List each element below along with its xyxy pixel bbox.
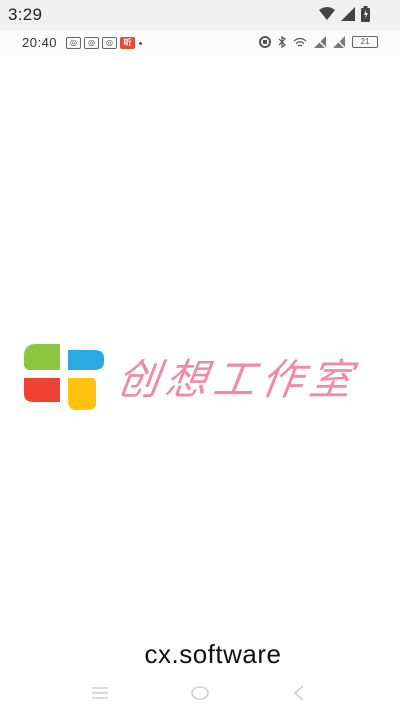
more-dot-icon (139, 41, 142, 45)
battery-icon (361, 6, 370, 22)
status-time: 3:29 (8, 5, 43, 24)
app-notification-icon: ◎ (84, 37, 99, 49)
flower-logo-icon (24, 344, 104, 410)
status-bar: 3:29 (0, 0, 400, 30)
bluetooth-icon (278, 36, 286, 48)
app-notification-icon: ◎ (66, 37, 81, 49)
app-notification-icon: ◎ (102, 37, 117, 49)
logo-text: 创想工作室 (114, 355, 362, 404)
inner-status-time: 20:40 (22, 35, 58, 50)
inner-status-icons: 21 (259, 36, 378, 48)
inner-notifications: ◎ ◎ ◎ 听 (66, 37, 142, 49)
inner-status-bar: 20:40 ◎ ◎ ◎ 听 21 (0, 30, 400, 56)
rotation-lock-icon (259, 36, 271, 48)
signal-icon (341, 7, 355, 21)
wifi-icon (293, 37, 307, 47)
back-icon[interactable] (288, 682, 310, 704)
signal-off-icon (333, 36, 345, 48)
signal-off-icon (314, 36, 326, 48)
status-icons (319, 6, 370, 22)
battery-level: 21 (352, 36, 378, 48)
splash-screen: 创想工作室 (0, 56, 400, 656)
wifi-icon (319, 7, 335, 20)
menu-icon[interactable] (89, 682, 111, 704)
navigation-bar (0, 672, 400, 711)
brand-label: cx.software (117, 637, 309, 671)
listen-notification-icon: 听 (120, 37, 135, 49)
home-icon[interactable] (189, 682, 211, 704)
